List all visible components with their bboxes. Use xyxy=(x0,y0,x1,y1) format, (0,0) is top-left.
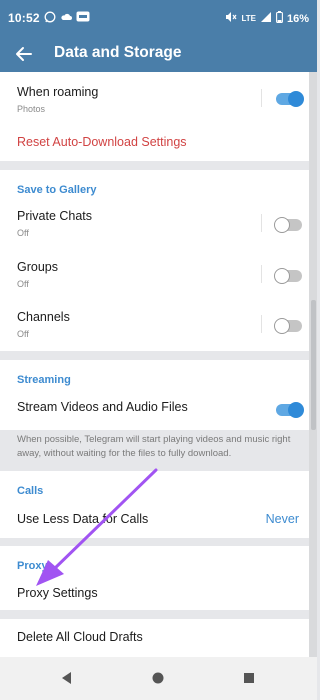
mute-icon xyxy=(225,11,237,26)
groups-title: Groups xyxy=(17,260,58,274)
streaming-header: Streaming xyxy=(17,374,71,386)
auto-download-card: When roaming Photos Reset Auto-Download … xyxy=(0,72,309,161)
stream-videos-row[interactable]: Stream Videos and Audio Files xyxy=(0,390,309,430)
streaming-note: When possible, Telegram will start playi… xyxy=(17,434,291,459)
scrollbar-thumb[interactable] xyxy=(311,300,316,430)
row-divider xyxy=(261,214,262,232)
status-bar: 10:52 LTE 16% xyxy=(0,0,317,36)
nav-home-icon[interactable] xyxy=(151,671,165,690)
calls-header: Calls xyxy=(17,485,44,497)
app-bar: Data and Storage xyxy=(0,36,317,72)
notification-badge-icon xyxy=(76,11,90,26)
status-right: LTE 16% xyxy=(225,11,309,26)
page-title: Data and Storage xyxy=(54,44,182,61)
proxy-settings-row[interactable]: Proxy Settings xyxy=(0,576,309,610)
row-divider xyxy=(261,315,262,333)
channels-row[interactable]: Channels Off xyxy=(0,300,309,350)
row-divider xyxy=(261,89,262,107)
private-chats-row[interactable]: Private Chats Off xyxy=(0,200,309,250)
private-chats-title: Private Chats xyxy=(17,209,93,223)
battery-icon xyxy=(276,11,283,26)
use-less-data-row[interactable]: Use Less Data for Calls Never xyxy=(0,501,309,538)
use-less-data-title: Use Less Data for Calls xyxy=(17,512,149,526)
cloud-icon xyxy=(60,11,72,27)
reset-auto-download-button[interactable]: Reset Auto-Download Settings xyxy=(17,135,187,149)
signal-icon xyxy=(260,11,272,26)
whatsapp-icon xyxy=(44,11,56,27)
channels-toggle[interactable] xyxy=(274,318,302,334)
save-to-gallery-header: Save to Gallery xyxy=(17,184,97,196)
channels-subtitle: Off xyxy=(17,329,29,339)
private-chats-toggle[interactable] xyxy=(274,217,302,233)
save-to-gallery-card: Save to Gallery Private Chats Off Groups… xyxy=(0,170,309,351)
battery-percent: 16% xyxy=(286,12,309,25)
stream-videos-title: Stream Videos and Audio Files xyxy=(17,400,188,414)
proxy-settings-title: Proxy Settings xyxy=(17,586,98,600)
groups-toggle[interactable] xyxy=(274,268,302,284)
back-arrow-icon[interactable] xyxy=(12,42,36,66)
channels-title: Channels xyxy=(17,310,70,324)
row-divider xyxy=(261,265,262,283)
nav-back-icon[interactable] xyxy=(60,671,74,690)
drafts-card: Delete All Cloud Drafts xyxy=(0,619,309,657)
when-roaming-subtitle: Photos xyxy=(17,104,46,114)
stream-videos-toggle[interactable] xyxy=(276,402,304,418)
groups-subtitle: Off xyxy=(17,279,29,289)
use-less-data-value: Never xyxy=(265,512,299,526)
when-roaming-title: When roaming xyxy=(17,85,99,99)
delete-cloud-drafts-button[interactable]: Delete All Cloud Drafts xyxy=(17,630,143,644)
when-roaming-toggle[interactable] xyxy=(276,91,304,107)
status-time: 10:52 xyxy=(8,11,40,25)
system-nav-bar xyxy=(0,657,317,700)
calls-card: Calls Use Less Data for Calls Never xyxy=(0,471,309,538)
groups-row[interactable]: Groups Off xyxy=(0,250,309,300)
proxy-header: Proxy xyxy=(17,560,48,572)
lte-label: LTE xyxy=(241,14,256,23)
when-roaming-row[interactable]: When roaming Photos xyxy=(0,72,309,122)
private-chats-subtitle: Off xyxy=(17,228,29,238)
streaming-card: Streaming Stream Videos and Audio Files xyxy=(0,360,309,430)
proxy-card: Proxy Proxy Settings xyxy=(0,546,309,610)
nav-recents-icon[interactable] xyxy=(242,671,256,690)
